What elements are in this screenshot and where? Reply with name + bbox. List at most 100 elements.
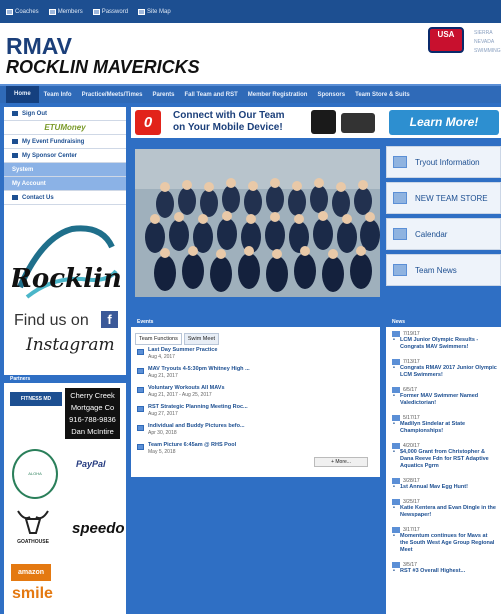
paypal-logo[interactable]: PayPal (76, 459, 106, 469)
event-item[interactable]: Individual and Buddy Pictures befo... Apr… (135, 423, 371, 440)
aloha-logo[interactable]: ALOHA (12, 449, 58, 499)
event-icon (137, 444, 144, 450)
event-icon (137, 387, 144, 393)
password-link[interactable]: Password (92, 8, 128, 15)
news-title[interactable]: Former MAV Swimmer Named Valedictorian! (392, 393, 497, 407)
facebook-icon[interactable]: f (101, 311, 118, 328)
news-item: 3/25/17Katie Kentera and Evan Dingle in … (392, 499, 497, 519)
nav-member-registration[interactable]: Member Registration (243, 92, 313, 98)
cherry-line-4: Dan McIntire (71, 427, 114, 436)
sponsor-center-label: My Sponsor Center (22, 152, 78, 159)
site-map-icon (138, 8, 146, 15)
members-icon (48, 8, 56, 15)
event-title[interactable]: RST Strategic Planning Meeting Roc... (148, 404, 248, 411)
amazon-smile-logo[interactable]: smile (12, 585, 53, 603)
banner-line-1: Connect with Our Team (173, 110, 285, 121)
news-title[interactable]: Congrats RMAV 2017 Junior Olympic LCM Sw… (392, 365, 497, 379)
nav-home[interactable]: Home (6, 86, 39, 103)
calendar-icon (393, 228, 407, 240)
nav-parents[interactable]: Parents (148, 92, 180, 98)
event-date: Aug 27, 2017 (148, 411, 178, 417)
event-item[interactable]: Last Day Summer Practice Aug 4, 2017 (135, 347, 371, 364)
amazon-logo[interactable]: amazon (11, 564, 51, 581)
sign-out-button[interactable]: Sign Out (4, 107, 126, 121)
mobile-app-banner[interactable]: 0 Connect with Our Team on Your Mobile D… (131, 107, 501, 138)
news-title[interactable]: Momentum continues for Mavs at the South… (392, 533, 497, 554)
news-title[interactable]: LCM Junior Olympic Results - Congrats MA… (392, 337, 497, 351)
sign-out-icon (12, 111, 18, 116)
contact-us-button[interactable]: Contact Us (4, 191, 126, 205)
nav-team-info[interactable]: Team Info (39, 92, 77, 98)
tab-team-functions[interactable]: Team Functions (135, 333, 182, 345)
event-title[interactable]: Team Picture 6:45am @ RHS Pool (148, 442, 236, 449)
event-title[interactable]: Individual and Buddy Pictures befo... (148, 423, 245, 430)
nav-sponsors[interactable]: Sponsors (312, 92, 350, 98)
nav-team-store[interactable]: Team Store & Suits (350, 92, 415, 98)
phone-image (311, 110, 336, 134)
event-title[interactable]: Last Day Summer Practice (148, 347, 217, 354)
left-sidebar: Sign Out ETUMoney My Event Fundraising M… (4, 107, 126, 614)
contact-label: Contact Us (22, 194, 54, 201)
team-store-link[interactable]: NEW TEAM STORE (386, 182, 501, 214)
news-list: 7/19/17LCM Junior Olympic Results - Cong… (386, 327, 501, 575)
goathouse-text: GOATHOUSE (17, 539, 49, 545)
news-title[interactable]: 1st Annual Mav Egg Hunt! (392, 484, 497, 491)
event-icon (137, 368, 144, 374)
calendar-link[interactable]: Calendar (386, 218, 501, 250)
news-title[interactable]: RST #3 Overall Highest... (392, 568, 497, 575)
event-title[interactable]: MAV Tryouts 4-5:30pm Whitney High ... (148, 366, 250, 373)
event-title[interactable]: Voluntary Workouts All MAVs (148, 385, 225, 392)
site-map-label: Site Map (147, 8, 171, 15)
news-item: 5/17/17Madilyn Sindelar at State Champio… (392, 415, 497, 435)
nav-fall-team-rst[interactable]: Fall Team and RST (180, 92, 243, 98)
partners-header: Partners (4, 375, 126, 383)
event-date: Aug 21, 2017 (148, 373, 178, 379)
news-item: 3/17/17Momentum continues for Mavs at th… (392, 527, 497, 554)
goathouse-logo[interactable]: GOATHOUSE (10, 507, 56, 553)
news-item: 4/20/17$4,000 Grant from Christopher & D… (392, 443, 497, 470)
cherry-line-3: 916-788-9836 (69, 415, 116, 424)
more-events-button[interactable]: + More... (314, 457, 368, 467)
find-us-on-text: Find us on (14, 312, 89, 329)
main-nav: Home Team Info Practice/Meets/Times Pare… (0, 84, 501, 103)
usa-swimming-logo[interactable]: USA (428, 27, 464, 53)
app-icon: 0 (135, 110, 161, 135)
sidebar-item-system[interactable]: System (4, 163, 126, 177)
fitness-md-logo[interactable]: FITNESS MD (10, 392, 62, 406)
tab-swim-meet[interactable]: Swim Meet (183, 333, 220, 345)
cherry-line-2: Mortgage Co (70, 403, 115, 412)
event-item[interactable]: MAV Tryouts 4-5:30pm Whitney High ... Aug… (135, 366, 371, 383)
fundraising-icon (12, 139, 18, 144)
top-utility-bar: Coaches Members Password Site Map (0, 0, 501, 23)
team-photo (135, 149, 380, 297)
news-title[interactable]: Katie Kentera and Evan Dingle in the New… (392, 505, 497, 519)
news-item: 7/13/17Congrats RMAV 2017 Junior Olympic… (392, 359, 497, 379)
news-title[interactable]: Madilyn Sindelar at State Championships! (392, 421, 497, 435)
sidebar-item-event-fundraising[interactable]: My Event Fundraising (4, 135, 126, 149)
cherry-creek-logo[interactable]: Cherry Creek Mortgage Co 916-788-9836 Da… (65, 388, 120, 439)
speedo-logo[interactable]: speedo (72, 520, 125, 537)
region-line-2: NEVADA (474, 39, 495, 45)
news-title[interactable]: $4,000 Grant from Christopher & Dana Ree… (392, 449, 497, 470)
news-item: 7/19/17LCM Junior Olympic Results - Cong… (392, 331, 497, 351)
news-item: 3/28/171st Annual Mav Egg Hunt! (392, 478, 497, 491)
sidebar-item-my-account[interactable]: My Account (4, 177, 126, 191)
rocklin-logo[interactable]: Rocklin (12, 217, 120, 317)
coaches-link[interactable]: Coaches (6, 8, 39, 15)
tryout-information-link[interactable]: Tryout Information (386, 146, 501, 178)
team-news-label: Team News (415, 265, 457, 275)
usa-logo-text: USA (437, 30, 455, 39)
instagram-link[interactable]: Instagram (26, 335, 115, 355)
learn-more-button[interactable]: Learn More! (389, 110, 499, 135)
event-icon (137, 349, 144, 355)
event-item[interactable]: Voluntary Workouts All MAVs Aug 21, 2017 … (135, 385, 371, 402)
etu-money-logo[interactable]: ETUMoney (4, 121, 126, 135)
team-news-link[interactable]: Team News (386, 254, 501, 286)
sidebar-item-sponsor-center[interactable]: My Sponsor Center (4, 149, 126, 163)
event-item[interactable]: RST Strategic Planning Meeting Roc... Aug… (135, 404, 371, 421)
events-header: Events (131, 317, 380, 327)
site-title[interactable]: RMAV (6, 33, 72, 60)
nav-practice-meets-times[interactable]: Practice/Meets/Times (77, 92, 148, 98)
site-map-link[interactable]: Site Map (138, 8, 171, 15)
members-link[interactable]: Members (48, 8, 83, 15)
